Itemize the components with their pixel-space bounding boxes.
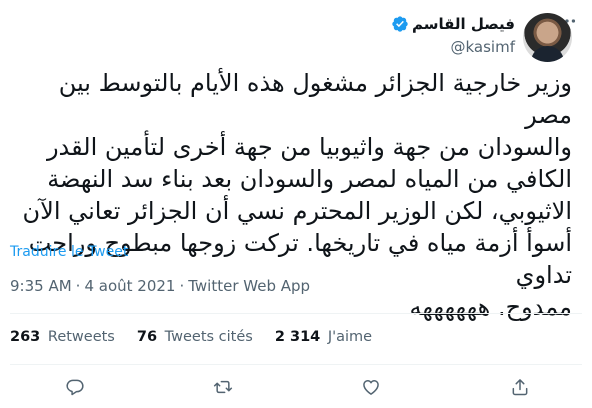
retweets-stat[interactable]: 263 Retweets (10, 329, 115, 345)
tweet-actions (0, 372, 592, 402)
tweet-stats: 263 Retweets 76 Tweets cités 2 314 J'aim… (10, 329, 372, 345)
author-handle[interactable]: @kasimf (451, 38, 516, 56)
author-name-row[interactable]: فيصل القاسم (391, 13, 515, 35)
tweet-line: الكافي من المياه لمصر والسودان بعد بناء … (47, 165, 572, 193)
retweet-icon (213, 380, 233, 394)
translate-tweet-link[interactable]: Traduire le Tweet (10, 244, 128, 260)
meta-separator: · (75, 277, 81, 295)
meta-separator: · (179, 277, 185, 295)
likes-count: 2 314 (274, 329, 321, 345)
share-button[interactable] (505, 372, 535, 402)
avatar-shirt (531, 46, 564, 62)
share-icon (512, 379, 528, 396)
tweet-source[interactable]: Twitter Web App (188, 277, 310, 295)
reply-icon (66, 379, 84, 396)
heart-icon (363, 380, 379, 395)
like-button[interactable] (356, 372, 386, 402)
tweet-line: ممدوح. ههههههه (409, 293, 572, 321)
likes-stat[interactable]: 2 314 J'aime (275, 329, 372, 345)
quotes-stat[interactable]: 76 Tweets cités (137, 329, 253, 345)
retweet-button[interactable] (208, 372, 238, 402)
likes-label: J'aime (327, 329, 373, 345)
retweets-count: 263 (10, 329, 41, 345)
quotes-label: Tweets cités (164, 329, 253, 345)
tweet-line: وزير خارجية الجزائر مشغول هذه الأيام بال… (58, 69, 572, 129)
verified-badge-icon (392, 16, 408, 32)
tweet-meta: 9:35 AM · 4 août 2021 · Twitter Web App (10, 277, 310, 295)
tweet-line: والسودان من جهة واثيوبيا من جهة أخرى لتأ… (46, 133, 572, 161)
tweet-line: الاثيوبي، لكن الوزير المحترم نسي أن الجز… (22, 197, 572, 225)
reply-button[interactable] (60, 372, 90, 402)
retweets-label: Retweets (47, 329, 115, 345)
divider (10, 313, 582, 314)
author-name[interactable]: فيصل القاسم (412, 15, 515, 33)
tweet-time[interactable]: 9:35 AM (10, 277, 72, 295)
quotes-count: 76 (136, 329, 158, 345)
avatar[interactable] (523, 13, 572, 62)
divider (10, 364, 582, 365)
tweet-date[interactable]: 4 août 2021 (84, 277, 175, 295)
